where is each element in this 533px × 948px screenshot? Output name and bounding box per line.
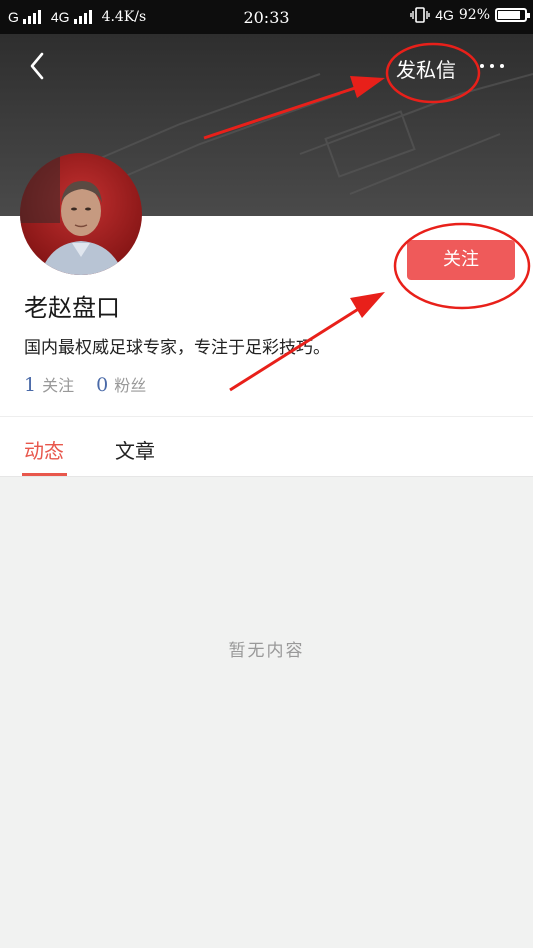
status-bar: G 4G 4.4K/s 20:33 4G 92% [0,0,533,34]
send-message-button[interactable]: 发私信 [396,54,456,83]
more-icon[interactable] [480,64,504,68]
profile-stats: 1 关注 0 粉丝 [24,372,146,396]
active-tab-indicator [22,473,67,476]
back-icon[interactable] [24,48,52,84]
following-stat[interactable]: 1 关注 [24,372,74,396]
fans-count: 0 [96,374,109,396]
following-count: 1 [24,374,37,396]
vibrate-icon [410,7,430,23]
status-right: 4G 92% [410,7,530,23]
profile-bio: 国内最权威足球专家，专注于足彩技巧。 [24,338,330,358]
battery-icon [495,8,530,22]
profile-name: 老赵盘口 [24,294,120,322]
following-label: 关注 [42,376,75,395]
tab-articles[interactable]: 文章 [115,435,155,464]
content-tabs: 动态 文章 [0,416,533,477]
avatar-image [20,153,142,275]
fans-label: 粉丝 [114,376,147,395]
battery-percent: 92% [458,7,490,23]
avatar[interactable] [20,153,142,275]
follow-button[interactable]: 关注 [407,240,515,280]
tab-dynamics[interactable]: 动态 [24,435,64,464]
empty-state-text: 暂无内容 [228,641,305,661]
fans-stat[interactable]: 0 粉丝 [96,372,146,396]
network-type: 4G [435,7,454,23]
